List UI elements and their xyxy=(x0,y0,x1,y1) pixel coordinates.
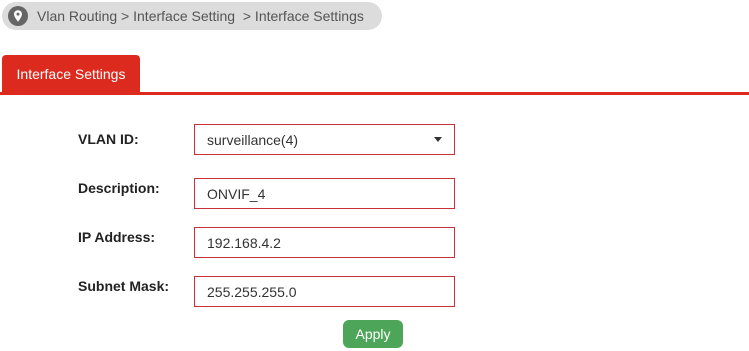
ip-address-value: 192.168.4.2 xyxy=(207,234,281,251)
subnet-mask-value: 255.255.255.0 xyxy=(207,283,297,300)
vlan-id-select[interactable]: surveillance(4) xyxy=(194,124,455,155)
tab-interface-settings[interactable]: Interface Settings xyxy=(2,55,140,92)
caret-down-icon xyxy=(434,137,442,142)
map-pin-icon xyxy=(7,5,29,27)
ip-address-label: IP Address: xyxy=(78,229,156,245)
breadcrumb-interface-setting[interactable]: > Interface Setting xyxy=(117,8,235,24)
breadcrumb-interface-settings: > Interface Settings xyxy=(235,8,364,24)
breadcrumb: Vlan Routing > Interface Setting > Inter… xyxy=(2,2,382,30)
description-label: Description: xyxy=(78,180,160,196)
subnet-mask-label: Subnet Mask: xyxy=(78,278,170,294)
subnet-mask-input[interactable]: 255.255.255.0 xyxy=(194,276,455,307)
description-input[interactable]: ONVIF_4 xyxy=(194,178,455,209)
vlan-id-label: VLAN ID: xyxy=(78,131,139,147)
breadcrumb-vlan-routing[interactable]: Vlan Routing xyxy=(37,8,117,24)
description-value: ONVIF_4 xyxy=(207,185,266,202)
tab-bar: Interface Settings xyxy=(0,54,749,95)
vlan-id-selected-value: surveillance(4) xyxy=(207,131,299,148)
ip-address-input[interactable]: 192.168.4.2 xyxy=(194,227,455,258)
apply-button[interactable]: Apply xyxy=(343,320,403,348)
